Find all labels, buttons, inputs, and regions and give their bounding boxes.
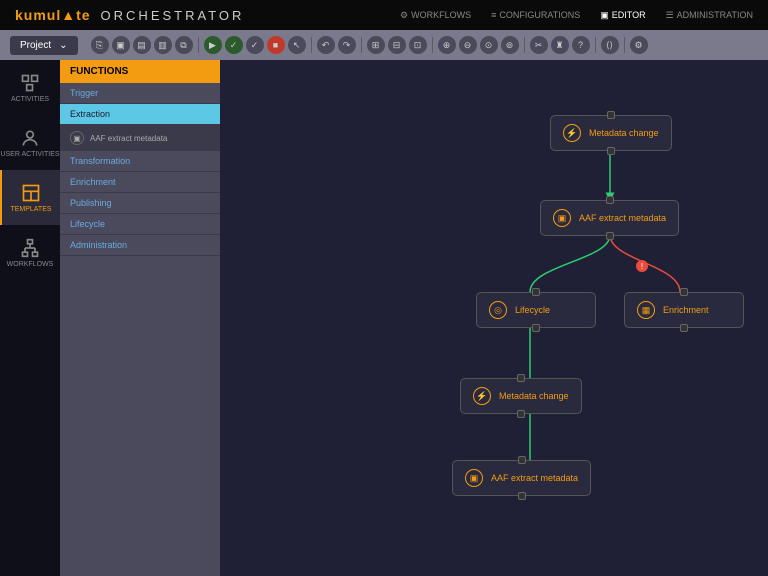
nav-configurations[interactable]: ≡CONFIGURATIONS bbox=[491, 10, 580, 21]
left-sidebar: ACTIVITIES USER ACTIVITIES TEMPLATES WOR… bbox=[0, 60, 60, 576]
brand-text1: kumul bbox=[15, 7, 61, 23]
extract-icon: ▣ bbox=[553, 209, 571, 227]
node-metadata-change-1[interactable]: ⚡ Metadata change bbox=[550, 115, 672, 151]
editor-icon: ▣ bbox=[600, 10, 609, 21]
func-transformation[interactable]: Transformation bbox=[60, 151, 220, 172]
tool-zoomin-icon[interactable]: ⊕ bbox=[438, 36, 456, 54]
error-badge-icon[interactable]: ! bbox=[636, 260, 648, 272]
tool-zoomout-icon[interactable]: ⊖ bbox=[459, 36, 477, 54]
panel-header: FUNCTIONS bbox=[60, 60, 220, 83]
node-lifecycle[interactable]: ◎ Lifecycle bbox=[476, 292, 596, 328]
toolbar-separator bbox=[595, 37, 596, 53]
nav-administration[interactable]: ☰ADMINISTRATION bbox=[666, 10, 753, 21]
toolbar-separator bbox=[624, 37, 625, 53]
tool-export-icon[interactable]: ▤ bbox=[133, 36, 151, 54]
chevron-down-icon: ⌄ bbox=[59, 40, 67, 51]
node-metadata-change-2[interactable]: ⚡ Metadata change bbox=[460, 378, 582, 414]
tool-tree-icon[interactable]: ♜ bbox=[551, 36, 569, 54]
user-icon bbox=[20, 128, 40, 148]
app-header: kumul▲te ORCHESTRATOR ⚙WORKFLOWS ≡CONFIG… bbox=[0, 0, 768, 30]
tool-help-icon[interactable]: ? bbox=[572, 36, 590, 54]
func-lifecycle[interactable]: Lifecycle bbox=[60, 214, 220, 235]
tool-settings-icon[interactable]: ⚙ bbox=[630, 36, 648, 54]
tool-open-icon[interactable]: ⎘ bbox=[91, 36, 109, 54]
port-out[interactable] bbox=[517, 410, 525, 418]
tool-check-icon[interactable]: ✓ bbox=[246, 36, 264, 54]
tool-stop-icon[interactable]: ■ bbox=[267, 36, 285, 54]
port-in[interactable] bbox=[606, 196, 614, 204]
tool-zoomfit-icon[interactable]: ⊙ bbox=[480, 36, 498, 54]
activities-icon bbox=[20, 73, 40, 93]
bolt-icon: ⚡ bbox=[473, 387, 491, 405]
port-out[interactable] bbox=[606, 232, 614, 240]
toolbar-separator bbox=[361, 37, 362, 53]
node-enrichment[interactable]: ▦ Enrichment bbox=[624, 292, 744, 328]
node-aaf-extract-1[interactable]: ▣ AAF extract metadata bbox=[540, 200, 679, 236]
tool-grid-icon[interactable]: ⊟ bbox=[388, 36, 406, 54]
workflows-tree-icon bbox=[20, 238, 40, 258]
port-in[interactable] bbox=[518, 456, 526, 464]
func-publishing[interactable]: Publishing bbox=[60, 193, 220, 214]
tool-redo-icon[interactable]: ↷ bbox=[338, 36, 356, 54]
sidebar-item-user-activities[interactable]: USER ACTIVITIES bbox=[0, 115, 60, 170]
enrichment-icon: ▦ bbox=[637, 301, 655, 319]
tool-expand-icon[interactable]: ⟨⟩ bbox=[601, 36, 619, 54]
node-aaf-extract-2[interactable]: ▣ AAF extract metadata bbox=[452, 460, 591, 496]
project-dropdown[interactable]: Project ⌄ bbox=[10, 36, 78, 55]
nav-workflows[interactable]: ⚙WORKFLOWS bbox=[400, 10, 471, 21]
tool-undo-icon[interactable]: ↶ bbox=[317, 36, 335, 54]
port-in[interactable] bbox=[532, 288, 540, 296]
toolbar-separator bbox=[524, 37, 525, 53]
functions-panel: FUNCTIONS Trigger Extraction ▣ AAF extra… bbox=[60, 60, 220, 576]
tool-snap-icon[interactable]: ⊡ bbox=[409, 36, 427, 54]
func-sub-aaf[interactable]: ▣ AAF extract metadata bbox=[60, 125, 220, 151]
brand-triangle-icon: ▲ bbox=[61, 7, 76, 23]
port-out[interactable] bbox=[607, 147, 615, 155]
func-trigger[interactable]: Trigger bbox=[60, 83, 220, 104]
func-extraction[interactable]: Extraction bbox=[60, 104, 220, 125]
port-in[interactable] bbox=[517, 374, 525, 382]
main-area: ACTIVITIES USER ACTIVITIES TEMPLATES WOR… bbox=[0, 60, 768, 576]
toolbar: Project ⌄ ⎘ ▣ ▤ ▥ ⧉ ▶ ✓ ✓ ■ ↖ ↶ ↷ ⊞ ⊟ ⊡ … bbox=[0, 30, 768, 60]
tool-copy-icon[interactable]: ⧉ bbox=[175, 36, 193, 54]
extract-icon: ▣ bbox=[465, 469, 483, 487]
tool-validate-icon[interactable]: ✓ bbox=[225, 36, 243, 54]
top-nav: ⚙WORKFLOWS ≡CONFIGURATIONS ▣EDITOR ☰ADMI… bbox=[400, 10, 753, 21]
func-administration[interactable]: Administration bbox=[60, 235, 220, 256]
sidebar-item-workflows[interactable]: WORKFLOWS bbox=[0, 225, 60, 280]
brand-logo: kumul▲te bbox=[15, 7, 91, 23]
port-out[interactable] bbox=[532, 324, 540, 332]
tool-align-icon[interactable]: ⊞ bbox=[367, 36, 385, 54]
toolbar-separator bbox=[198, 37, 199, 53]
tool-cut-icon[interactable]: ✂ bbox=[530, 36, 548, 54]
templates-icon bbox=[21, 183, 41, 203]
sidebar-item-activities[interactable]: ACTIVITIES bbox=[0, 60, 60, 115]
tool-cursor-icon[interactable]: ↖ bbox=[288, 36, 306, 54]
extract-icon: ▣ bbox=[70, 131, 84, 145]
admin-icon: ☰ bbox=[666, 10, 674, 21]
tool-import-icon[interactable]: ▥ bbox=[154, 36, 172, 54]
bolt-icon: ⚡ bbox=[563, 124, 581, 142]
tool-save-icon[interactable]: ▣ bbox=[112, 36, 130, 54]
lifecycle-icon: ◎ bbox=[489, 301, 507, 319]
tool-zoom100-icon[interactable]: ⊚ bbox=[501, 36, 519, 54]
brand-text2: te bbox=[76, 7, 90, 23]
workflow-canvas[interactable]: ⚡ Metadata change ▣ AAF extract metadata… bbox=[220, 60, 768, 576]
toolbar-separator bbox=[311, 37, 312, 53]
port-in[interactable] bbox=[607, 111, 615, 119]
toolbar-separator bbox=[432, 37, 433, 53]
port-out[interactable] bbox=[518, 492, 526, 500]
port-out[interactable] bbox=[680, 324, 688, 332]
product-name: ORCHESTRATOR bbox=[101, 8, 245, 23]
sidebar-item-templates[interactable]: TEMPLATES bbox=[0, 170, 60, 225]
nav-editor[interactable]: ▣EDITOR bbox=[600, 10, 645, 21]
tool-play-icon[interactable]: ▶ bbox=[204, 36, 222, 54]
func-enrichment[interactable]: Enrichment bbox=[60, 172, 220, 193]
config-icon: ≡ bbox=[491, 10, 496, 20]
workflows-icon: ⚙ bbox=[400, 10, 408, 21]
port-in[interactable] bbox=[680, 288, 688, 296]
